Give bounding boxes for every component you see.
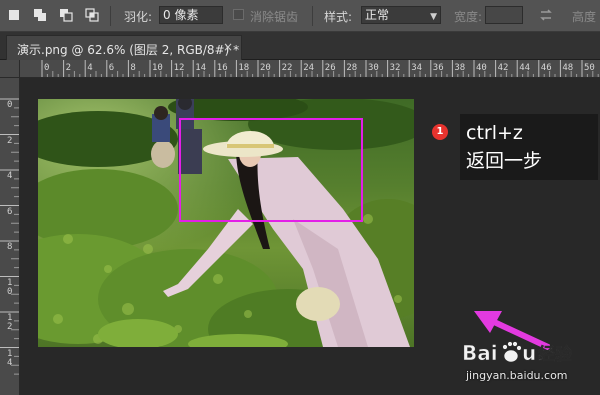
ruler-tick-label: 12 bbox=[7, 313, 13, 332]
vertical-ruler-ticks bbox=[0, 98, 19, 375]
baidu-jingyan-logo: Bai u 经验 bbox=[462, 341, 573, 366]
ruler-tick-label: 10 bbox=[7, 277, 13, 297]
svg-text:经验: 经验 bbox=[538, 344, 573, 365]
ruler-tick-label: 24 bbox=[303, 63, 314, 73]
ruler-tick-label: 2 bbox=[7, 135, 13, 146]
watermark-url: jingyan.baidu.com bbox=[466, 369, 568, 382]
ruler-tick-label: 18 bbox=[238, 63, 249, 73]
step-number-badge: 1 bbox=[432, 124, 448, 140]
swap-width-height-icon[interactable] bbox=[538, 7, 554, 23]
subtract-from-selection-icon[interactable] bbox=[58, 7, 74, 23]
ruler-tick-label: 38 bbox=[454, 63, 465, 73]
ruler-tick-label: 0 bbox=[44, 63, 49, 73]
separator bbox=[110, 6, 111, 26]
ruler-tick-label: 4 bbox=[87, 63, 92, 73]
antialias-label: 消除锯齿 bbox=[250, 10, 299, 24]
ruler-tick-label: 26 bbox=[325, 63, 336, 73]
svg-text:u: u bbox=[522, 341, 536, 365]
ruler-tick-label: 6 bbox=[109, 63, 114, 73]
ruler-tick-label: 48 bbox=[562, 63, 573, 73]
ruler-tick-label: 44 bbox=[519, 63, 530, 73]
new-selection-icon[interactable] bbox=[6, 7, 22, 23]
height-label: 高度 bbox=[572, 10, 597, 24]
rectangular-selection-marquee[interactable] bbox=[179, 118, 363, 222]
ruler-tick-label: 4 bbox=[7, 171, 13, 181]
instruction-callout: ctrl+z 返回一步 bbox=[460, 114, 598, 180]
ruler-tick-label: 14 bbox=[195, 63, 206, 73]
style-select-value: 正常 bbox=[365, 8, 390, 22]
svg-text:Bai: Bai bbox=[462, 341, 498, 365]
ruler-tick-label: 8 bbox=[7, 242, 13, 252]
horizontal-ruler-ticks: 0 2 4 6 8 10 12 14 16 18 20 22 24 26 28 30 32 34 36 38 40 42 4… bbox=[41, 60, 599, 77]
ruler-tick-label: 50 bbox=[584, 63, 595, 73]
antialias-checkbox[interactable] bbox=[233, 9, 244, 20]
ruler-tick-label: 42 bbox=[498, 63, 509, 73]
separator bbox=[312, 6, 313, 26]
width-label: 宽度: bbox=[454, 10, 483, 24]
ruler-tick-label: 32 bbox=[390, 63, 401, 73]
width-input[interactable] bbox=[485, 6, 523, 24]
ruler-tick-label: 20 bbox=[260, 63, 271, 73]
ruler-tick-label: 16 bbox=[217, 63, 228, 73]
close-icon[interactable]: × bbox=[223, 40, 233, 54]
ruler-tick-label: 6 bbox=[7, 206, 13, 217]
ruler-tick-label: 36 bbox=[433, 63, 444, 73]
ruler-tick-label: 14 bbox=[7, 348, 13, 368]
add-to-selection-icon[interactable] bbox=[32, 7, 48, 23]
horizontal-ruler[interactable]: 0 2 4 6 8 10 12 14 16 18 20 22 24 26 28 30 32 34 36 38 40 42 4… bbox=[20, 60, 600, 78]
ruler-tick-label: 46 bbox=[541, 63, 552, 73]
intersect-selection-icon[interactable] bbox=[84, 7, 100, 23]
style-label: 样式: bbox=[324, 10, 353, 24]
ruler-tick-label: 28 bbox=[346, 63, 357, 73]
shortcut-text: ctrl+z bbox=[466, 122, 523, 144]
ruler-tick-label: 0 bbox=[7, 100, 13, 110]
document-tab-bar: 演示.png @ 62.6% (图层 2, RGB/8#) * × bbox=[0, 32, 600, 60]
style-select[interactable]: 正常 ▼ bbox=[361, 6, 441, 24]
ruler-tick-label: 8 bbox=[130, 63, 135, 73]
feather-label: 羽化: bbox=[124, 10, 153, 24]
ruler-tick-label: 30 bbox=[368, 63, 379, 73]
options-bar: 羽化: 0 像素 消除锯齿 样式: 正常 ▼ 宽度: 高度 bbox=[0, 0, 600, 32]
vertical-ruler[interactable]: 0 2 4 6 8 10 12 14 bbox=[0, 78, 20, 395]
ruler-tick-label: 10 bbox=[152, 63, 163, 73]
ruler-tick-label: 34 bbox=[411, 63, 422, 73]
ruler-corner bbox=[0, 60, 20, 78]
ruler-tick-label: 22 bbox=[282, 63, 293, 73]
ruler-tick-label: 40 bbox=[476, 63, 487, 73]
chevron-down-icon: ▼ bbox=[430, 12, 437, 22]
feather-input[interactable]: 0 像素 bbox=[159, 6, 223, 24]
document-tab-title: 演示.png @ 62.6% (图层 2, RGB/8#) * bbox=[17, 43, 240, 57]
document-tab[interactable]: 演示.png @ 62.6% (图层 2, RGB/8#) * × bbox=[6, 35, 242, 60]
instruction-text: 返回一步 bbox=[466, 150, 543, 172]
ruler-tick-label: 2 bbox=[66, 63, 71, 73]
ruler-tick-label: 12 bbox=[174, 63, 185, 73]
